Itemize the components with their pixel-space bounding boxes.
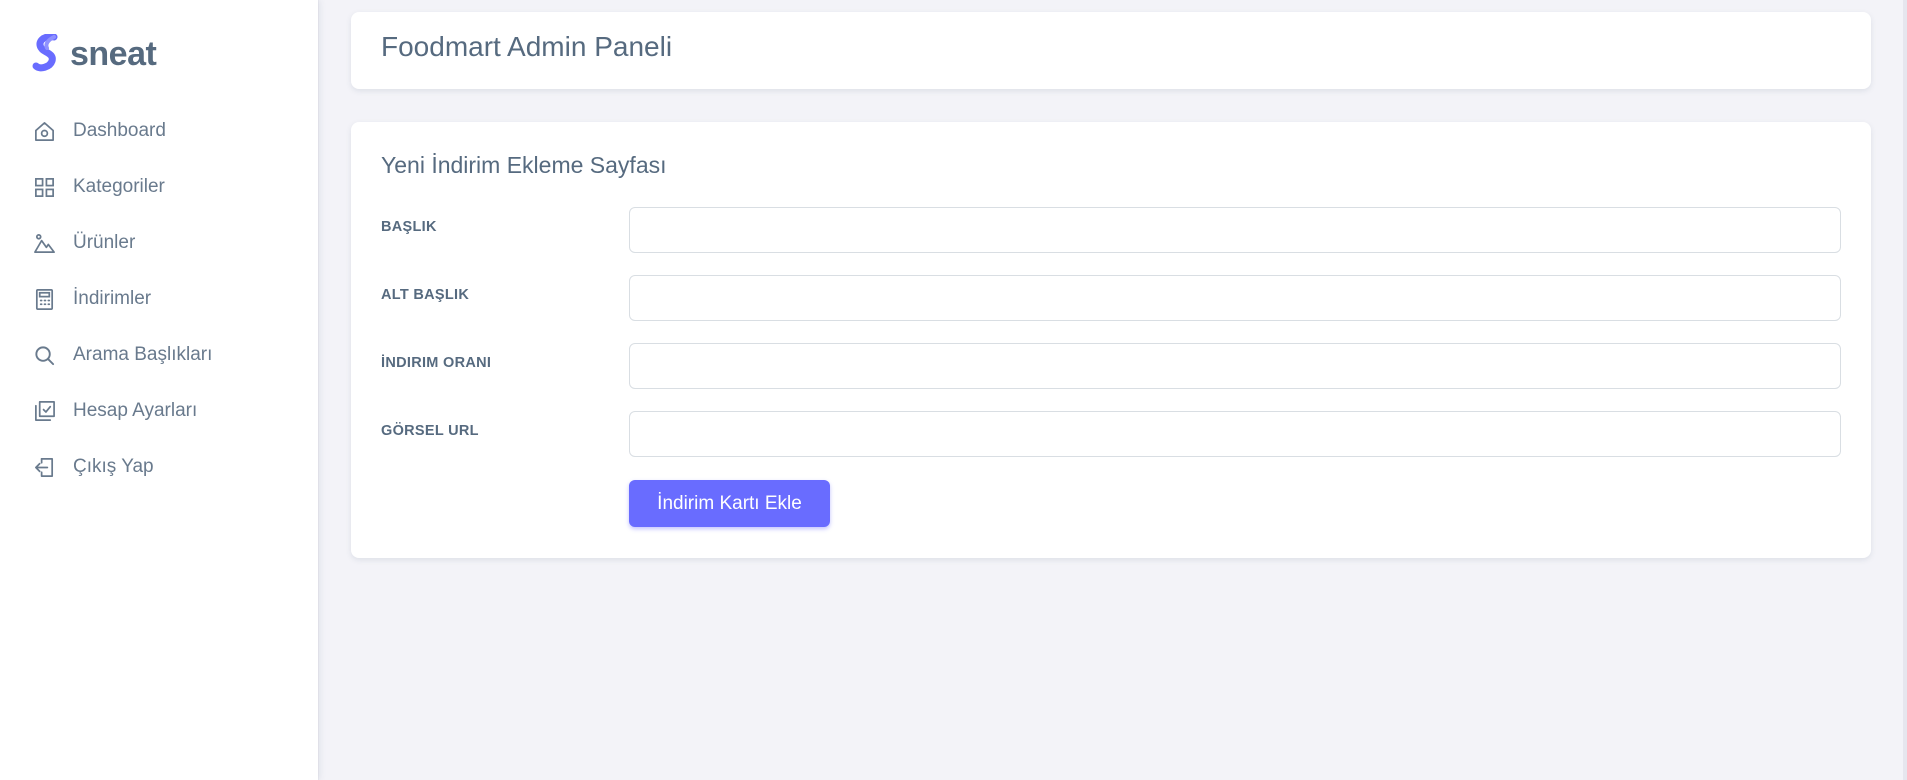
sidebar-item-label: Ürünler bbox=[73, 232, 136, 253]
sidebar-item-kategoriler[interactable]: Kategoriler bbox=[0, 159, 318, 215]
discount-rate-label: İNDIRIM ORANI bbox=[381, 355, 492, 371]
title-label: BAŞLIK bbox=[381, 219, 437, 235]
sidebar-item-label: Çıkış Yap bbox=[73, 456, 154, 477]
sidebar-menu: Dashboard Kategoriler Ürünler İndirimler… bbox=[0, 103, 318, 495]
discount-rate-input[interactable] bbox=[629, 343, 1841, 389]
sidebar-item-label: Arama Başlıkları bbox=[73, 344, 213, 365]
sidebar-item-hesap-ayarlari[interactable]: Hesap Ayarları bbox=[0, 383, 318, 439]
sidebar-item-label: Dashboard bbox=[73, 120, 166, 141]
sidebar-item-urunler[interactable]: Ürünler bbox=[0, 215, 318, 271]
calculator-icon bbox=[33, 288, 56, 311]
add-discount-card-button[interactable]: İndirim Kartı Ekle bbox=[629, 480, 830, 527]
sidebar-item-label: Kategoriler bbox=[73, 176, 165, 197]
scrollbar-track[interactable] bbox=[1903, 0, 1907, 780]
image-url-input[interactable] bbox=[629, 411, 1841, 457]
sneat-logo-icon bbox=[32, 34, 58, 72]
subtitle-label: ALT BAŞLIK bbox=[381, 287, 470, 303]
sidebar-item-indirimler[interactable]: İndirimler bbox=[0, 271, 318, 327]
search-icon bbox=[33, 344, 56, 367]
sidebar-item-cikis-yap[interactable]: Çıkış Yap bbox=[0, 439, 318, 495]
title-input[interactable] bbox=[629, 207, 1841, 253]
image-icon bbox=[33, 232, 56, 255]
sidebar-item-dashboard[interactable]: Dashboard bbox=[0, 103, 318, 159]
logout-icon bbox=[33, 456, 56, 479]
form-title: Yeni İndirim Ekleme Sayfası bbox=[381, 152, 667, 178]
sidebar-item-label: Hesap Ayarları bbox=[73, 400, 198, 421]
page-title: Foodmart Admin Paneli bbox=[381, 31, 673, 62]
sidebar-item-label: İndirimler bbox=[73, 288, 152, 309]
check-square-icon bbox=[33, 400, 56, 423]
brand-name: sneat bbox=[70, 35, 157, 73]
image-url-label: GÖRSEL URL bbox=[381, 423, 479, 439]
grid-icon bbox=[33, 176, 56, 199]
sidebar: sneat Dashboard Kategoriler Ürünler İndi… bbox=[0, 0, 318, 780]
brand[interactable]: sneat bbox=[32, 34, 157, 74]
subtitle-input[interactable] bbox=[629, 275, 1841, 321]
home-icon bbox=[33, 120, 56, 143]
header-card: Foodmart Admin Paneli bbox=[351, 12, 1871, 89]
discount-form-card: Yeni İndirim Ekleme Sayfası BAŞLIK ALT B… bbox=[351, 122, 1871, 558]
sidebar-item-arama-basliklari[interactable]: Arama Başlıkları bbox=[0, 327, 318, 383]
